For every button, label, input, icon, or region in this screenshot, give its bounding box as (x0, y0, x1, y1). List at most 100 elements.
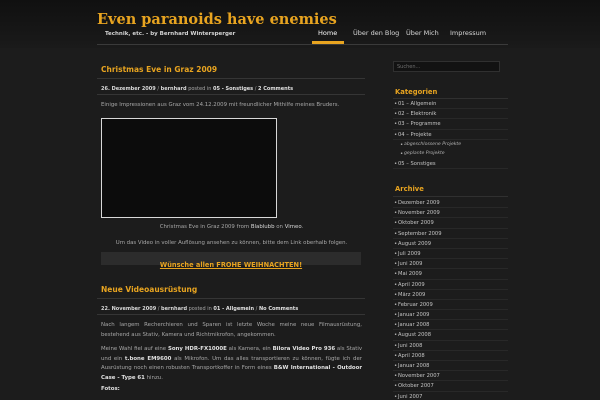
archive-item[interactable]: • Januar 2008 (393, 361, 508, 372)
category-label[interactable]: geplante Projekte (404, 151, 445, 156)
post-title-divider (97, 298, 365, 299)
bullet-icon: • (394, 101, 398, 107)
archive-label[interactable]: Januar 2009 (398, 312, 429, 318)
bullet-icon: • (394, 352, 398, 359)
bullet-icon: • (394, 271, 398, 278)
post-paragraph-1: Nach langem Recherchieren und Sparen ist… (101, 322, 362, 338)
subcategory-item[interactable]: • geplante Projekte (393, 149, 508, 158)
bullet-icon: • (394, 342, 398, 349)
post-title[interactable]: Neue Videoausrüstung (101, 285, 197, 294)
bullet-icon: • (394, 131, 398, 138)
archive-label[interactable]: September 2009 (398, 231, 442, 237)
video-user-link[interactable]: Blablubb (251, 224, 275, 230)
category-label[interactable]: 03 – Programme (398, 121, 441, 127)
archive-item[interactable]: • April 2008 (393, 351, 508, 361)
video-title-link[interactable]: Christmas Eve in Graz 2009 (160, 224, 235, 230)
category-item[interactable]: • 01 – Allgemein (393, 99, 508, 110)
archive-label[interactable]: Oktober 2009 (398, 220, 434, 226)
site-title[interactable]: Even paranoids have enemies (97, 11, 337, 28)
nav-about-me[interactable]: Über Mich (406, 29, 439, 37)
archive-item[interactable]: • November 2009 (393, 208, 508, 219)
archive-item[interactable]: • August 2008 (393, 330, 508, 341)
category-item[interactable]: • 05 – Sonstiges (393, 159, 508, 169)
archive-label[interactable]: Juni 2009 (398, 261, 422, 267)
archive-item[interactable]: • Juni 2008 (393, 341, 508, 351)
archive-list: • Dezember 2009 • November 2009 • Oktober 200… (393, 198, 508, 400)
archive-item[interactable]: • Dezember 2009 (393, 198, 508, 209)
greeting-link[interactable]: Wünsche allen FROHE WEIHNACHTEN! (160, 261, 302, 269)
archive-label[interactable]: November 2009 (398, 210, 440, 216)
post-posted-in: posted in (188, 306, 212, 312)
category-item[interactable]: • 02 – Elektronik (393, 109, 508, 120)
post-date: 26. Dezember 2009 (101, 86, 156, 92)
archive-heading: Archive (395, 185, 424, 193)
category-label[interactable]: 05 – Sonstiges (398, 161, 436, 167)
category-item[interactable]: • 04 – Projekte (393, 130, 508, 140)
archive-item[interactable]: • September 2009 (393, 229, 508, 239)
archive-item[interactable]: • Juni 2009 (393, 259, 508, 270)
archive-item[interactable]: • November 2007 (393, 371, 508, 382)
greeting-banner: Wünsche allen FROHE WEIHNACHTEN! (101, 252, 361, 269)
archive-item[interactable]: • Mai 2009 (393, 269, 508, 280)
nav-about-blog[interactable]: Über den Blog (353, 29, 399, 37)
archive-item[interactable]: • Februar 2009 (393, 300, 508, 311)
archive-item[interactable]: • Juli 2009 (393, 249, 508, 260)
vimeo-link[interactable]: Vimeo (285, 224, 302, 230)
categories-heading: Kategorien (395, 88, 438, 96)
archive-label[interactable]: November 2007 (398, 373, 440, 379)
search-input[interactable] (393, 61, 500, 72)
post-author[interactable]: bernhard (161, 86, 187, 92)
post-intro: Einige Impressionen aus Graz vom 24.12.2… (101, 102, 340, 108)
post-comments-link[interactable]: 2 Comments (258, 86, 293, 92)
archive-item[interactable]: • Januar 2009 (393, 310, 508, 321)
post-category-link[interactable]: 01 - Allgemein (213, 306, 254, 312)
archive-label[interactable]: August 2008 (398, 332, 431, 338)
post-title[interactable]: Christmas Eve in Graz 2009 (101, 65, 217, 74)
archive-label[interactable]: August 2009 (398, 241, 431, 247)
archive-item[interactable]: • August 2009 (393, 239, 508, 249)
archive-label[interactable]: Juni 2008 (398, 343, 422, 349)
category-label[interactable]: 01 – Allgemein (398, 101, 436, 107)
bullet-icon: • (394, 111, 398, 118)
archive-item[interactable]: • Januar 2008 (393, 320, 508, 331)
category-label[interactable]: abgeschlossene Projekte (404, 142, 461, 147)
archive-item[interactable]: • Oktober 2009 (393, 218, 508, 229)
post-comments-link[interactable]: No Comments (259, 306, 298, 312)
nav-home[interactable]: Home (318, 29, 337, 37)
archive-divider (393, 196, 508, 197)
archive-label[interactable]: Juli 2009 (398, 251, 421, 257)
post-posted-in: posted in (188, 86, 212, 92)
category-label[interactable]: 04 – Projekte (398, 132, 432, 138)
bullet-icon: • (394, 301, 398, 308)
post-category-link[interactable]: 05 - Sonstiges (213, 86, 253, 92)
archive-label[interactable]: Mai 2009 (398, 271, 422, 277)
archive-label[interactable]: April 2009 (398, 282, 425, 288)
video-caption: Christmas Eve in Graz 2009 from Blablubb… (159, 224, 304, 230)
archive-label[interactable]: März 2009 (398, 292, 425, 298)
archive-label[interactable]: Februar 2009 (398, 302, 433, 308)
category-item[interactable]: • 03 – Programme (393, 119, 508, 130)
video-note: Um das Video in voller Auflösung ansehen… (115, 240, 348, 246)
bullet-icon: • (400, 151, 404, 158)
bullet-icon: • (400, 141, 404, 148)
archive-item[interactable]: • März 2009 (393, 290, 508, 300)
archive-label[interactable]: April 2008 (398, 353, 425, 359)
archive-item[interactable]: • Juni 2007 (393, 392, 508, 400)
post-paragraph-3: Fotos: (101, 386, 120, 392)
bullet-icon: • (394, 250, 398, 257)
bullet-icon: • (394, 121, 398, 128)
archive-label[interactable]: Dezember 2009 (398, 200, 440, 206)
embedded-video-player[interactable] (101, 118, 277, 218)
archive-label[interactable]: Oktober 2007 (398, 383, 434, 389)
archive-label[interactable]: Juni 2007 (398, 394, 422, 400)
category-label[interactable]: 02 – Elektronik (398, 111, 436, 117)
bullet-icon: • (394, 160, 398, 167)
archive-label[interactable]: Januar 2008 (398, 363, 429, 369)
post-meta-divider (97, 314, 365, 315)
nav-imprint[interactable]: Impressum (450, 29, 486, 37)
post-author[interactable]: bernhard (161, 306, 187, 312)
archive-item[interactable]: • April 2009 (393, 280, 508, 290)
archive-item[interactable]: • Oktober 2007 (393, 381, 508, 392)
subcategory-item[interactable]: • abgeschlossene Projekte (393, 140, 508, 149)
archive-label[interactable]: Januar 2008 (398, 322, 429, 328)
